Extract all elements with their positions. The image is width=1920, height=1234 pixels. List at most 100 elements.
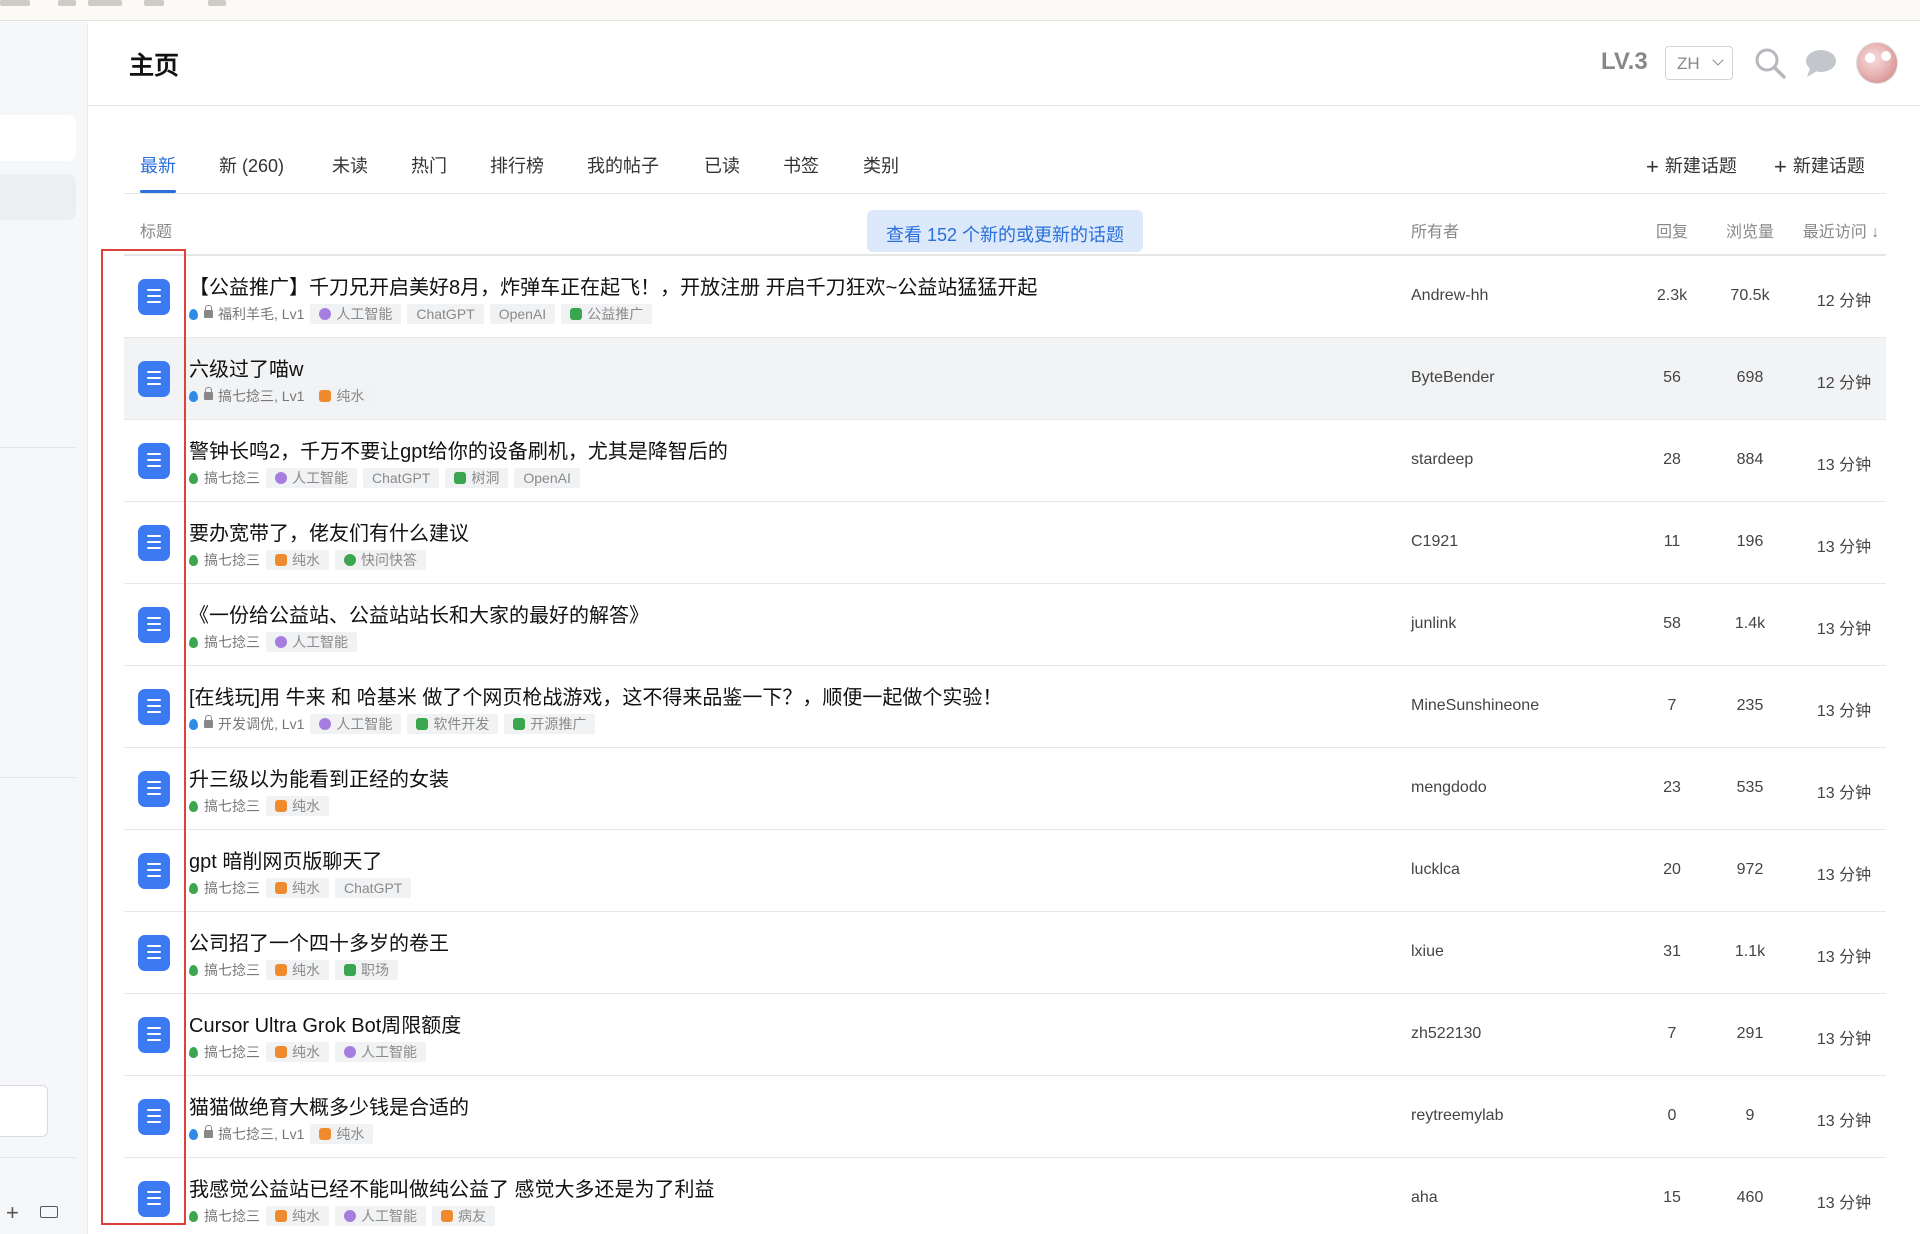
- bookmark-stub[interactable]: [88, 0, 122, 6]
- bookmark-stub[interactable]: [208, 0, 226, 6]
- topic-title[interactable]: Cursor Ultra Grok Bot周限额度: [189, 1009, 461, 1038]
- language-select[interactable]: ZH: [1665, 46, 1733, 80]
- topic-title[interactable]: 要办宽带了，佬友们有什么建议: [189, 517, 469, 546]
- topic-category[interactable]: 搞七捻三: [204, 878, 260, 898]
- topic-tag[interactable]: 快问快答: [335, 550, 426, 570]
- document-icon[interactable]: [138, 1017, 170, 1053]
- document-icon[interactable]: [138, 853, 170, 889]
- topic-tag[interactable]: 纯水: [266, 1206, 329, 1226]
- topic-category[interactable]: 开发调优, Lv1: [218, 714, 304, 734]
- topic-tag[interactable]: 纯水: [266, 550, 329, 570]
- topic-tag[interactable]: 人工智能: [266, 632, 357, 652]
- bookmark-stub[interactable]: [0, 0, 30, 6]
- table-row[interactable]: 警钟长鸣2，千万不要让gpt给你的设备刷机，尤其是降智后的 搞七捻三 人工智能 Cha…: [124, 420, 1886, 502]
- topic-activity[interactable]: 13 分钟: [1794, 1025, 1894, 1049]
- topic-activity[interactable]: 13 分钟: [1794, 1107, 1894, 1131]
- topic-owner[interactable]: lucklca: [1411, 861, 1460, 879]
- table-row[interactable]: gpt 暗削网页版聊天了 搞七捻三 纯水 ChatGPT lucklca 20 972 13 …: [124, 830, 1886, 912]
- topic-tag[interactable]: 人工智能: [266, 468, 357, 488]
- topic-category[interactable]: 搞七捻三: [204, 1206, 260, 1226]
- table-row[interactable]: 《一份给公益站、公益站站长和大家的最好的解答》 搞七捻三 人工智能 junlink 58…: [124, 584, 1886, 666]
- table-row[interactable]: 公司招了一个四十多岁的卷王 搞七捻三 纯水 职场 lxiue 31 1.1k 13 分钟: [124, 912, 1886, 994]
- topic-activity[interactable]: 13 分钟: [1794, 697, 1894, 721]
- tab-new[interactable]: 新 (260): [219, 152, 284, 178]
- topic-tag[interactable]: 软件开发: [407, 714, 499, 734]
- tab-read[interactable]: 已读: [704, 152, 740, 178]
- keyboard-icon[interactable]: [40, 1206, 58, 1218]
- new-topic-button-secondary[interactable]: + 新建话题: [1774, 152, 1865, 180]
- chat-icon[interactable]: [1804, 46, 1838, 80]
- topic-tag[interactable]: 纯水: [266, 960, 329, 980]
- new-topics-notice[interactable]: 查看 152 个新的或更新的话题: [867, 210, 1143, 252]
- table-row[interactable]: 六级过了喵w 搞七捻三, Lv1 纯水 ByteBender 56 698 12 分钟: [124, 338, 1886, 420]
- topic-tag[interactable]: 人工智能: [335, 1042, 426, 1062]
- topic-title[interactable]: 六级过了喵w: [189, 353, 303, 382]
- topic-tag[interactable]: 公益推广: [561, 304, 653, 324]
- topic-title[interactable]: 升三级以为能看到正经的女装: [189, 763, 449, 792]
- tab-categories[interactable]: 类别: [863, 152, 899, 178]
- new-topic-button[interactable]: + 新建话题: [1646, 152, 1737, 180]
- topic-owner[interactable]: MineSunshineone: [1411, 697, 1539, 715]
- topic-activity[interactable]: 13 分钟: [1794, 861, 1894, 885]
- sidebar-input-box[interactable]: [0, 1085, 48, 1137]
- document-icon[interactable]: [138, 1099, 170, 1135]
- search-icon[interactable]: [1753, 46, 1787, 80]
- column-activity[interactable]: 最近访问 ↓: [1786, 218, 1896, 242]
- topic-category[interactable]: 搞七捻三: [204, 796, 260, 816]
- topic-tag[interactable]: ChatGPT: [363, 468, 440, 488]
- topic-tag[interactable]: 职场: [335, 960, 398, 980]
- topic-activity[interactable]: 13 分钟: [1794, 1189, 1894, 1213]
- document-icon[interactable]: [138, 361, 170, 397]
- topic-activity[interactable]: 13 分钟: [1794, 943, 1894, 967]
- tab-latest[interactable]: 最新: [140, 152, 176, 178]
- topic-tag[interactable]: ChatGPT: [407, 304, 484, 324]
- topic-tag[interactable]: ChatGPT: [335, 878, 412, 898]
- topic-owner[interactable]: zh522130: [1411, 1025, 1481, 1043]
- topic-owner[interactable]: junlink: [1411, 615, 1456, 633]
- topic-title[interactable]: gpt 暗削网页版聊天了: [189, 845, 382, 874]
- topic-title[interactable]: 公司招了一个四十多岁的卷王: [189, 927, 449, 956]
- column-title[interactable]: 标题: [140, 218, 172, 242]
- topic-tag[interactable]: 病友: [432, 1206, 495, 1226]
- topic-title[interactable]: 我感觉公益站已经不能叫做纯公益了 感觉大多还是为了利益: [189, 1173, 715, 1202]
- topic-category[interactable]: 搞七捻三: [204, 632, 260, 652]
- table-row[interactable]: [在线玩]用 牛来 和 哈基米 做了个网页枪战游戏，这不得来品鉴一下？，顺便一起…: [124, 666, 1886, 748]
- topic-category[interactable]: 福利羊毛, Lv1: [218, 304, 304, 324]
- table-row[interactable]: 猫猫做绝育大概多少钱是合适的 搞七捻三, Lv1 纯水 reytreemylab 0 9 1…: [124, 1076, 1886, 1158]
- topic-tag[interactable]: 纯水: [310, 386, 374, 406]
- topic-category[interactable]: 搞七捻三, Lv1: [218, 386, 304, 406]
- add-icon[interactable]: +: [6, 1200, 19, 1226]
- topic-tag[interactable]: OpenAI: [489, 304, 556, 324]
- topic-activity[interactable]: 13 分钟: [1794, 779, 1894, 803]
- topic-tag[interactable]: 人工智能: [310, 714, 402, 734]
- topic-owner[interactable]: reytreemylab: [1411, 1107, 1503, 1125]
- document-icon[interactable]: [138, 607, 170, 643]
- bookmark-stub[interactable]: [144, 0, 164, 6]
- topic-category[interactable]: 搞七捻三: [204, 550, 260, 570]
- topic-owner[interactable]: Andrew-hh: [1411, 287, 1488, 305]
- topic-title[interactable]: 《一份给公益站、公益站站长和大家的最好的解答》: [189, 599, 649, 628]
- topic-owner[interactable]: stardeep: [1411, 451, 1473, 469]
- table-row[interactable]: 升三级以为能看到正经的女装 搞七捻三 纯水 mengdodo 23 535 13 分钟: [124, 748, 1886, 830]
- tab-my-posts[interactable]: 我的帖子: [587, 152, 659, 178]
- tab-leaderboard[interactable]: 排行榜: [490, 152, 544, 178]
- document-icon[interactable]: [138, 771, 170, 807]
- topic-tag[interactable]: 纯水: [310, 1124, 374, 1144]
- table-row[interactable]: 要办宽带了，佬友们有什么建议 搞七捻三 纯水 快问快答 C1921 11 196 13 分钟: [124, 502, 1886, 584]
- topic-activity[interactable]: 13 分钟: [1794, 451, 1894, 475]
- document-icon[interactable]: [138, 1181, 170, 1217]
- topic-title[interactable]: 警钟长鸣2，千万不要让gpt给你的设备刷机，尤其是降智后的: [189, 435, 728, 464]
- table-row[interactable]: 我感觉公益站已经不能叫做纯公益了 感觉大多还是为了利益 搞七捻三 纯水 人工智能 病友 a…: [124, 1158, 1886, 1234]
- topic-tag[interactable]: 开源推广: [504, 714, 596, 734]
- avatar[interactable]: [1856, 42, 1898, 84]
- sidebar-item[interactable]: [0, 115, 76, 161]
- topic-tag[interactable]: 人工智能: [310, 304, 402, 324]
- column-owner[interactable]: 所有者: [1411, 218, 1459, 242]
- table-row[interactable]: 【公益推广】千刀兄开启美好8月，炸弹车正在起飞！，开放注册 开启千刀狂欢~公益站…: [124, 256, 1886, 338]
- topic-tag[interactable]: 纯水: [266, 796, 329, 816]
- topic-owner[interactable]: mengdodo: [1411, 779, 1487, 797]
- topic-category[interactable]: 搞七捻三: [204, 960, 260, 980]
- tab-hot[interactable]: 热门: [411, 152, 447, 178]
- topic-owner[interactable]: ByteBender: [1411, 369, 1495, 387]
- topic-title[interactable]: [在线玩]用 牛来 和 哈基米 做了个网页枪战游戏，这不得来品鉴一下？，顺便一起…: [189, 681, 1002, 710]
